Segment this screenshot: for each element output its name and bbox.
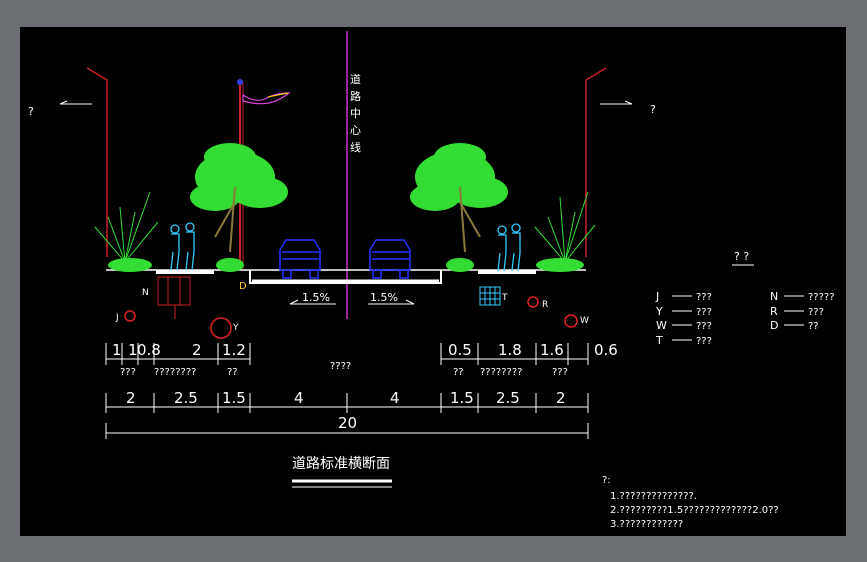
bottom-dim-value: 4 bbox=[294, 389, 304, 407]
label-y: Y bbox=[232, 323, 239, 333]
centerline-label: 道 路 中 心 线 bbox=[350, 72, 361, 154]
cross-section-drawing: ? ? 道 路 中 心 线 1.5% 1.5% N D J Y T R W 1 … bbox=[28, 31, 835, 530]
utility-n-symbol bbox=[157, 276, 191, 319]
top-dim-note-center: ???? bbox=[330, 361, 351, 372]
top-dim-note: ???????? bbox=[154, 367, 196, 378]
legend-key: Y bbox=[655, 305, 663, 318]
right-arrow-icon bbox=[600, 100, 633, 105]
car-icon bbox=[279, 239, 321, 279]
centerline-char: 道 bbox=[350, 72, 361, 86]
pedestrian-icon bbox=[497, 223, 521, 272]
legend-text: ??? bbox=[808, 307, 824, 318]
bottom-dim-value: 2.5 bbox=[174, 389, 198, 407]
legend-text: ????? bbox=[808, 292, 835, 303]
top-dim-note: ?? bbox=[227, 367, 238, 378]
label-t: T bbox=[501, 293, 508, 303]
top-dim-value: 0.6 bbox=[594, 341, 618, 359]
left-arrow-icon bbox=[59, 100, 92, 105]
legend-key: J bbox=[655, 290, 659, 303]
slope-left-label: 1.5% bbox=[302, 291, 330, 304]
centerline-char: 线 bbox=[350, 140, 361, 154]
legend-key: W bbox=[656, 319, 667, 332]
cad-viewport: ? ? 道 路 中 心 线 1.5% 1.5% N D J Y T R W 1 … bbox=[20, 27, 846, 536]
label-j: J bbox=[115, 313, 119, 323]
legend-text: ??? bbox=[696, 307, 712, 318]
top-dim-value: 1.6 bbox=[540, 341, 564, 359]
top-dim-value: 2 bbox=[192, 341, 202, 359]
side-mark-left: ? bbox=[28, 105, 34, 118]
legend-text: ??? bbox=[696, 336, 712, 347]
bottom-dim-value: 4 bbox=[390, 389, 400, 407]
note-line: 3.???????????? bbox=[610, 519, 683, 530]
side-mark-right: ? bbox=[650, 103, 656, 116]
top-dim-value: 1 bbox=[112, 341, 122, 359]
slope-right-label: 1.5% bbox=[370, 291, 398, 304]
utility-y-symbol bbox=[210, 317, 232, 339]
utility-t-symbol bbox=[479, 286, 501, 306]
tree-icon bbox=[410, 143, 508, 253]
drawing-title: 道路标准横断面 bbox=[292, 456, 390, 472]
centerline-char: 中 bbox=[350, 107, 361, 120]
top-dim-value: 0.5 bbox=[448, 341, 472, 359]
top-dim-note: ???????? bbox=[480, 367, 522, 378]
slope-left: 1.5% bbox=[289, 291, 336, 305]
building-right bbox=[585, 67, 607, 257]
centerline-char: 心 bbox=[350, 124, 361, 137]
utility-w-symbol bbox=[564, 314, 578, 328]
top-dim-value: 0.8 bbox=[137, 341, 161, 359]
legend-key: N bbox=[770, 290, 778, 303]
bottom-dim-value: 2.5 bbox=[496, 389, 520, 407]
pedestrian-icon bbox=[170, 222, 195, 271]
legend-key: T bbox=[655, 334, 663, 347]
centerline-char: 路 bbox=[350, 90, 361, 103]
bottom-dim-value: 2 bbox=[556, 389, 566, 407]
bottom-dim-value: 1.5 bbox=[222, 389, 246, 407]
top-dim-value: 1.8 bbox=[498, 341, 522, 359]
label-w: W bbox=[580, 316, 589, 326]
legend-text: ??? bbox=[696, 292, 712, 303]
utility-j-symbol bbox=[124, 310, 136, 322]
note-line: 2.?????????1.5?????????????2.0?? bbox=[610, 505, 779, 516]
legend-text: ??? bbox=[696, 321, 712, 332]
shrub-icon bbox=[94, 191, 159, 263]
bottom-dim-value: 1.5 bbox=[450, 389, 474, 407]
legend-key: D bbox=[770, 319, 778, 332]
slope-right: 1.5% bbox=[368, 291, 415, 305]
legend-text: ?? bbox=[808, 321, 819, 332]
car-icon bbox=[369, 239, 411, 279]
utility-r-symbol bbox=[527, 296, 539, 308]
top-dim-note: ??? bbox=[120, 367, 136, 378]
bottom-dim-value: 2 bbox=[126, 389, 136, 407]
note-line: 1.??????????????. bbox=[610, 491, 697, 502]
total-width-value: 20 bbox=[338, 414, 357, 432]
label-r: R bbox=[542, 300, 548, 310]
top-dim-value: 1.2 bbox=[222, 341, 246, 359]
top-dim-note: ??? bbox=[552, 367, 568, 378]
top-dim-note: ?? bbox=[453, 367, 464, 378]
legend-title: ? ? bbox=[734, 250, 749, 263]
legend-key: R bbox=[770, 305, 778, 318]
label-n: N bbox=[142, 288, 149, 298]
notes-heading: ?: bbox=[602, 475, 611, 486]
legend-items: J ??? N ????? Y ??? R ??? W ??? D ?? T ?… bbox=[655, 290, 835, 347]
label-d: D bbox=[239, 281, 247, 292]
